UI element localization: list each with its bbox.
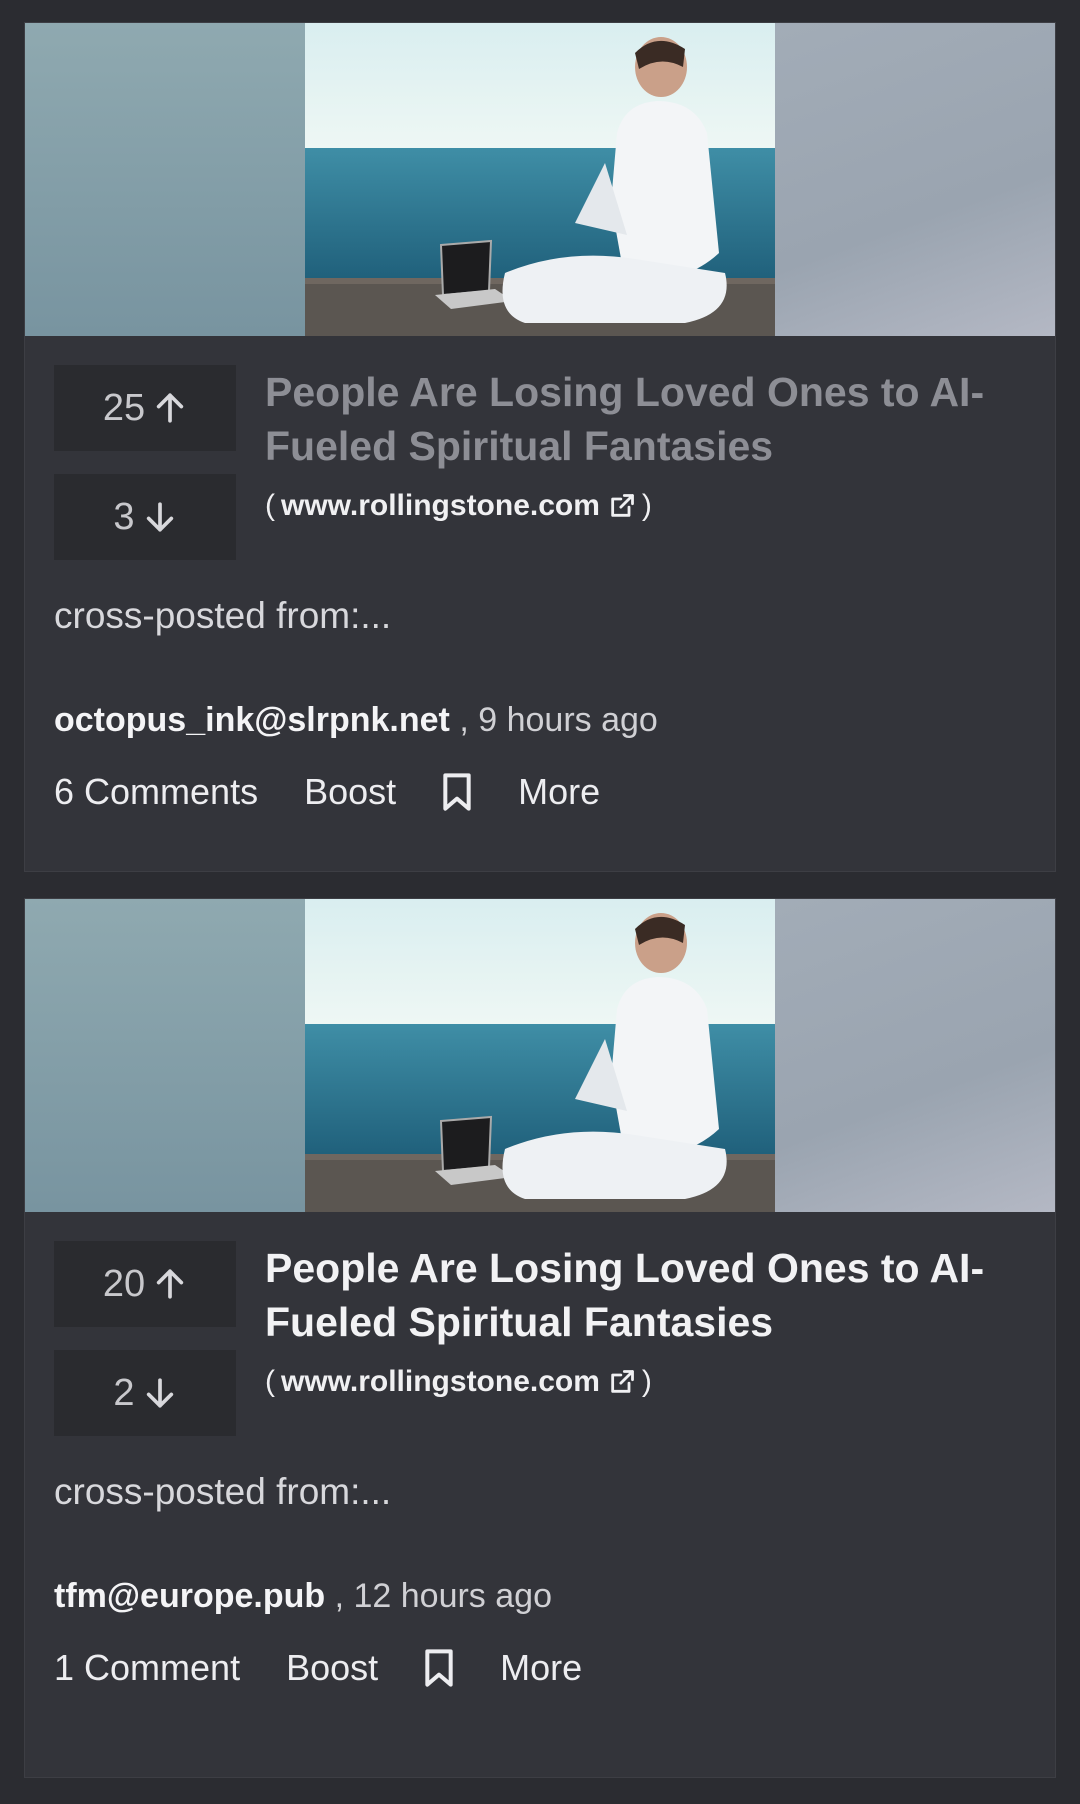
post-card: 20 2 People Are Losing Loved Ones to AI-… — [24, 898, 1056, 1778]
domain-open-paren: ( — [265, 489, 275, 522]
domain-text: www.rollingstone.com — [281, 489, 600, 522]
arrow-down-icon — [146, 502, 173, 532]
thumbnail-image — [305, 23, 777, 336]
bookmark-icon — [425, 1649, 453, 1687]
post-actions: 1 Comment Boost More — [54, 1647, 628, 1689]
post-domain: ( www.rollingstone.com ) — [265, 489, 652, 523]
external-link-icon — [611, 1370, 634, 1393]
external-link-icon — [611, 494, 634, 517]
post-title[interactable]: People Are Losing Loved Ones to AI-Fuele… — [265, 1241, 1035, 1349]
bookmark-button[interactable] — [442, 772, 472, 812]
thumbnail-blur-left — [25, 23, 305, 336]
domain-open-paren: ( — [265, 1365, 275, 1398]
boost-button[interactable]: Boost — [304, 771, 396, 813]
upvote-count: 25 — [102, 386, 146, 429]
domain-link[interactable]: www.rollingstone.com — [281, 1365, 636, 1399]
thumbnail-blur-right — [775, 899, 1055, 1212]
thumbnail-blur-right — [775, 23, 1055, 336]
post-excerpt: cross-posted from:... — [54, 595, 392, 636]
upvote-button[interactable]: 20 — [54, 1241, 236, 1327]
post-domain: ( www.rollingstone.com ) — [265, 1365, 652, 1399]
downvote-count: 2 — [113, 1371, 135, 1414]
thumbnail-image — [305, 899, 777, 1212]
thumbnail-blur-left — [25, 899, 305, 1212]
post-card: 25 3 People Are Losing Loved Ones to AI-… — [24, 22, 1056, 872]
boost-button[interactable]: Boost — [286, 1647, 378, 1689]
post-feed: 25 3 People Are Losing Loved Ones to AI-… — [24, 22, 1056, 1804]
post-actions: 6 Comments Boost More — [54, 771, 646, 813]
downvote-count: 3 — [113, 495, 135, 538]
post-author[interactable]: tfm@europe.pub — [54, 1577, 325, 1615]
comments-button[interactable]: 6 Comments — [54, 771, 258, 813]
arrow-up-icon — [156, 1269, 184, 1299]
bookmark-icon — [443, 773, 471, 811]
post-meta: tfm@europe.pub , 12 hours ago — [54, 1577, 552, 1616]
more-button[interactable]: More — [500, 1647, 582, 1689]
domain-close-paren: ) — [641, 1365, 652, 1398]
upvote-count: 20 — [102, 1262, 146, 1305]
post-time: , 12 hours ago — [334, 1577, 552, 1615]
downvote-button[interactable]: 2 — [54, 1350, 236, 1436]
post-thumbnail[interactable] — [25, 23, 1055, 336]
bookmark-button[interactable] — [424, 1648, 454, 1688]
post-time: , 9 hours ago — [459, 701, 658, 739]
domain-text: www.rollingstone.com — [281, 1365, 600, 1398]
domain-link[interactable]: www.rollingstone.com — [281, 489, 636, 523]
comments-button[interactable]: 1 Comment — [54, 1647, 240, 1689]
downvote-button[interactable]: 3 — [54, 474, 236, 560]
arrow-up-icon — [156, 393, 184, 423]
post-author[interactable]: octopus_ink@slrpnk.net — [54, 701, 450, 739]
domain-close-paren: ) — [641, 489, 652, 522]
post-excerpt: cross-posted from:... — [54, 1471, 392, 1512]
post-thumbnail[interactable] — [25, 899, 1055, 1212]
post-meta: octopus_ink@slrpnk.net , 9 hours ago — [54, 701, 658, 740]
post-title[interactable]: People Are Losing Loved Ones to AI-Fuele… — [265, 365, 1035, 473]
more-button[interactable]: More — [518, 771, 600, 813]
upvote-button[interactable]: 25 — [54, 365, 236, 451]
arrow-down-icon — [146, 1378, 173, 1408]
